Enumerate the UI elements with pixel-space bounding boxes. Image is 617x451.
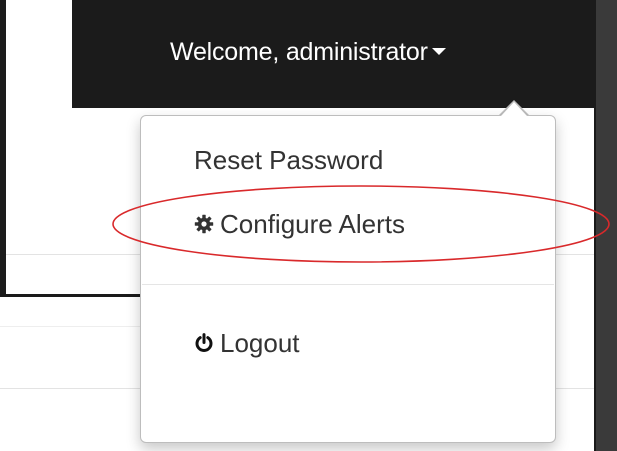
frame-edge-right — [596, 0, 617, 451]
menu-item-configure-alerts[interactable]: Configure Alerts — [194, 209, 405, 240]
user-menu-label: Welcome, administrator — [170, 38, 428, 66]
top-navbar: Welcome, administrator — [72, 0, 596, 108]
menu-item-label: Logout — [220, 328, 300, 358]
screenshot-canvas: Welcome, administrator Reset Password Co… — [0, 0, 617, 451]
background-divider — [0, 326, 140, 327]
menu-item-label: Reset Password — [194, 145, 384, 175]
power-icon — [195, 333, 213, 353]
menu-divider — [142, 284, 554, 285]
frame-border-bottom — [0, 294, 150, 297]
dropdown-pointer-fill — [501, 102, 527, 116]
gear-icon — [194, 214, 214, 234]
user-menu-toggle[interactable]: Welcome, administrator — [170, 38, 446, 67]
frame-border-left — [0, 0, 6, 296]
caret-down-icon — [431, 47, 446, 55]
user-dropdown-menu: Reset Password Configure Alerts Logout — [140, 115, 556, 443]
menu-item-reset-password[interactable]: Reset Password — [194, 145, 383, 176]
menu-item-label: Configure Alerts — [220, 209, 405, 239]
menu-item-logout[interactable]: Logout — [194, 328, 300, 359]
